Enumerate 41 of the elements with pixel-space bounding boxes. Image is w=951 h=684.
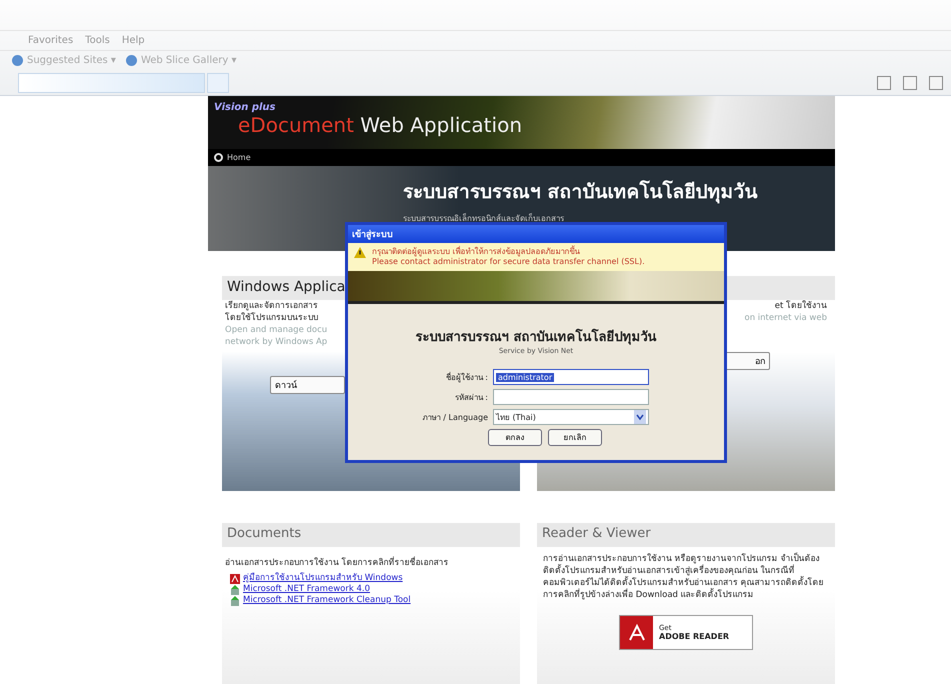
pdf-icon bbox=[230, 574, 240, 584]
language-dropdown[interactable]: ไทย (Thai) bbox=[493, 409, 649, 425]
installer-icon bbox=[230, 584, 240, 594]
globe-icon bbox=[12, 55, 23, 66]
ok-button[interactable]: ตกลง bbox=[488, 429, 542, 446]
card-title: Documents bbox=[222, 523, 520, 547]
card-text: Open and manage docu bbox=[224, 324, 328, 336]
password-field[interactable] bbox=[493, 389, 649, 405]
card-text: เรียกดูและจัดการเอกสาร bbox=[224, 300, 319, 312]
card-text: อ่านเอกสารประกอบการใช้งาน โดยการคลิกที่รายชื่อเอกสาร bbox=[224, 555, 450, 570]
dialog-title: เข้าสู่ระบบ bbox=[348, 225, 724, 243]
document-link[interactable]: Microsoft .NET Framework Cleanup Tool bbox=[243, 595, 411, 606]
globe-icon bbox=[126, 55, 137, 66]
card-text: network by Windows Ap bbox=[224, 336, 328, 348]
hero-title: ระบบสารบรรณฯ สถาบันเทคโนโลยีปทุมวัน bbox=[403, 179, 759, 206]
installer-icon bbox=[230, 596, 240, 606]
username-field[interactable]: administrator bbox=[493, 369, 649, 385]
document-link[interactable]: Microsoft .NET Framework 4.0 bbox=[243, 584, 370, 595]
document-link[interactable]: คู่มือการใช้งานโปรแกรมสำหรับ Windows bbox=[243, 573, 403, 584]
cancel-button[interactable]: ยกเลิก bbox=[548, 429, 602, 446]
app-title: eDocument Web Application bbox=[238, 113, 523, 137]
card-text: on internet via web bbox=[744, 312, 828, 324]
badge-text: ADOBE READER bbox=[659, 632, 730, 641]
warning-text: Please contact administrator for secure data transfer channel (SSL). bbox=[372, 257, 645, 267]
warning-icon bbox=[354, 247, 366, 258]
card-text: โดยใช้โปรแกรมบนระบบ bbox=[224, 312, 319, 324]
acrobat-icon bbox=[626, 622, 646, 642]
field-label: ภาษา / Language bbox=[422, 412, 488, 424]
brand-logo: Vision plus bbox=[214, 102, 276, 113]
warning-text: กรุณาติดต่อผู้ดูแลระบบ เพื่อทำให้การส่งข้อมูลปลอดภัยมากขึ้น bbox=[372, 247, 581, 257]
home-link[interactable]: Home bbox=[227, 153, 251, 162]
download-button[interactable]: ดาวน์ bbox=[270, 376, 345, 394]
field-label: ชื่อผู้ใช้งาน : bbox=[444, 371, 488, 384]
open-button[interactable]: อก bbox=[725, 352, 770, 370]
card-text: การอ่านเอกสารประกอบการใช้งาน หรือดูรายงานจากโปรแกรม จำเป็นต้องติดตั้งโปรแกรมสำหรับอ่านเอกสารเข้าสู่เครื่องของคุณก่อน ในกรณีที่คอมพิวเตอร์ไม่ได้ติดตั้งโปรแกรมสำหรับอ่านเอกสาร คุณสามารถติดตั้งโดยการคลิกที่รูปข้างล่างเพื่อ Download และติดตั้งโปรแกรม bbox=[542, 552, 825, 601]
address-field[interactable] bbox=[18, 72, 205, 92]
field-label: รหัสผ่าน : bbox=[454, 392, 488, 404]
card-text: et โดยใช้งาน bbox=[774, 300, 828, 312]
hero-subtitle: ระบบสารบรรณอิเล็กทรอนิกส์และจัดเก็บเอกสาร bbox=[403, 212, 565, 225]
card-title: Reader & Viewer bbox=[537, 523, 835, 547]
dialog-heading: ระบบสารบรรณฯ สถาบันเทคโนโลยีปทุมวัน bbox=[414, 328, 658, 347]
